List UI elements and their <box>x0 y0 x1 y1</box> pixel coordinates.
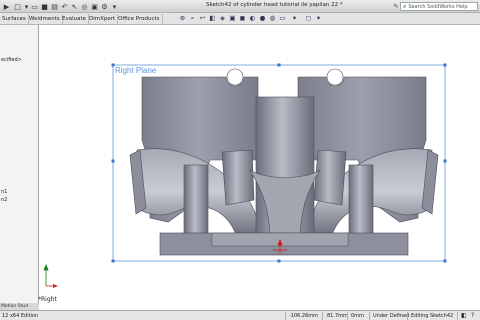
right-column <box>348 164 374 238</box>
command-manager-tabs: Surfaces Weldments Evaluate DimXpert Off… <box>0 13 480 25</box>
file-properties-icon[interactable]: ▣ <box>90 2 99 11</box>
tab-evaluate[interactable]: Evaluate <box>60 14 90 24</box>
right-valve-guide <box>313 149 347 206</box>
help-search-field[interactable]: ⌕ Search SolidWorks Help <box>400 2 478 11</box>
status-editing: Editing Sketch42 <box>411 313 454 319</box>
status-y-coord: 81.7mm <box>327 313 348 319</box>
coordinate-triad-icon <box>43 263 58 288</box>
dropdown-arrow-icon[interactable]: ▾ <box>110 2 119 11</box>
select-pointer-icon[interactable]: ↖ <box>70 2 79 11</box>
section-view-icon[interactable]: ◧ <box>208 14 217 23</box>
tab-weldments[interactable]: Weldments <box>27 14 63 24</box>
status-edition: 12 x64 Edition <box>2 313 39 319</box>
view-settings-icon[interactable]: ▭ <box>278 14 287 23</box>
rebuild-icon[interactable]: ◎ <box>80 2 89 11</box>
open-folder-icon[interactable]: ▭ <box>30 2 39 11</box>
tab-motion-study[interactable]: Motion Stud <box>0 303 39 310</box>
left-bolt-hole <box>226 68 244 86</box>
title-bar: ▶ □ ▾ ▭ ■ ▤ ↶ ↖ ◎ ▣ ⚙ ▾ Sketch42 of cyli… <box>0 0 480 13</box>
dropdown-arrow-icon[interactable]: ▾ <box>314 14 323 23</box>
zoom-to-area-icon[interactable]: ⌕ <box>188 14 197 23</box>
status-z-coord: 0mm <box>351 313 364 319</box>
help-toolbar-icon[interactable]: ✎ <box>392 2 400 10</box>
save-icon[interactable]: ■ <box>40 2 49 11</box>
previous-view-icon[interactable]: ↩ <box>198 14 207 23</box>
status-bar: 12 x64 Edition -106.26mm 81.7mm 0mm Unde… <box>0 310 480 320</box>
tree-item-material[interactable]: ecified> <box>1 57 22 63</box>
model-viewport[interactable]: Right Plane <box>40 25 480 310</box>
new-document-icon[interactable]: □ <box>13 2 22 11</box>
view-orientation-icon[interactable]: ▣ <box>228 14 237 23</box>
right-bolt-hole <box>326 68 344 86</box>
window-title: Sketch42 of cylinder head tutorial ile y… <box>206 2 343 8</box>
plane-label: Right Plane <box>115 66 157 75</box>
status-x-coord: -106.26mm <box>289 313 319 319</box>
left-valve-guide <box>221 149 255 206</box>
status-sketch-state: Under Defined <box>373 313 410 319</box>
feature-manager-panel: ecified> n1 n2 Motion Stud <box>0 25 39 310</box>
dropdown-arrow-icon[interactable]: ▾ <box>290 14 299 23</box>
tab-office-products[interactable]: Office Products <box>116 14 163 24</box>
dynamic-annotation-icon[interactable]: ◈ <box>218 14 227 23</box>
tree-item-sketch[interactable]: n1 <box>1 189 7 195</box>
apply-scene-icon[interactable]: ◍ <box>268 14 277 23</box>
solidworks-logo-icon[interactable]: ▶ <box>2 2 11 11</box>
print-icon[interactable]: ▤ <box>50 2 59 11</box>
left-column <box>183 164 209 238</box>
hide-show-items-icon[interactable]: ◐ <box>248 14 257 23</box>
zoom-to-fit-icon[interactable]: ⊕ <box>178 14 187 23</box>
undo-icon[interactable]: ↶ <box>60 2 69 11</box>
tab-surfaces[interactable]: Surfaces <box>0 14 29 24</box>
help-search-placeholder: Search SolidWorks Help <box>408 3 468 10</box>
edit-appearance-icon[interactable]: ● <box>258 14 267 23</box>
viewport-icon[interactable]: ◻ <box>304 14 313 23</box>
help-icon[interactable]: ? <box>471 312 474 320</box>
options-gear-icon[interactable]: ⚙ <box>100 2 109 11</box>
display-style-icon[interactable]: ◼ <box>238 14 247 23</box>
rebuild-status-icon[interactable]: ◧ <box>461 312 467 320</box>
tab-dimxpert[interactable]: DimXpert <box>87 14 119 24</box>
tree-item-sketch[interactable]: n2 <box>1 197 7 203</box>
view-name-label: *Right <box>38 296 57 303</box>
graphics-area[interactable]: Right Plane <box>40 25 480 310</box>
search-icon: ⌕ <box>403 2 407 10</box>
